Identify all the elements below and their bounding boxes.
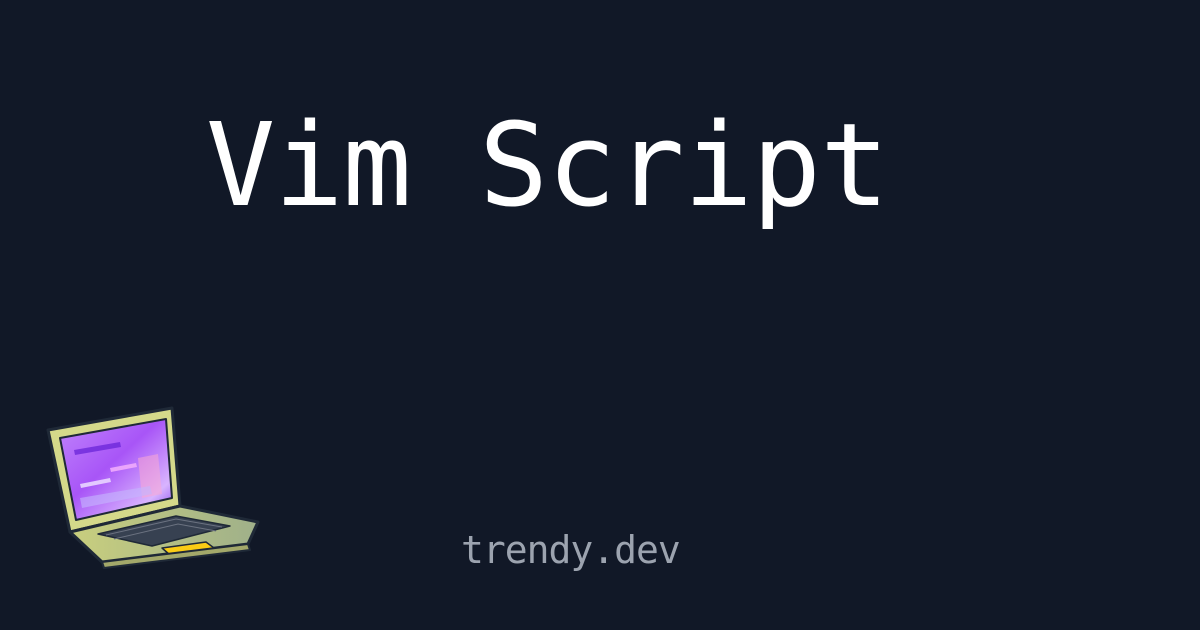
laptop-icon — [40, 398, 266, 570]
page-title: Vim Script — [206, 99, 889, 233]
og-card: Vim Script trendy.dev — [0, 0, 1200, 630]
site-name: trendy.dev — [461, 528, 681, 572]
